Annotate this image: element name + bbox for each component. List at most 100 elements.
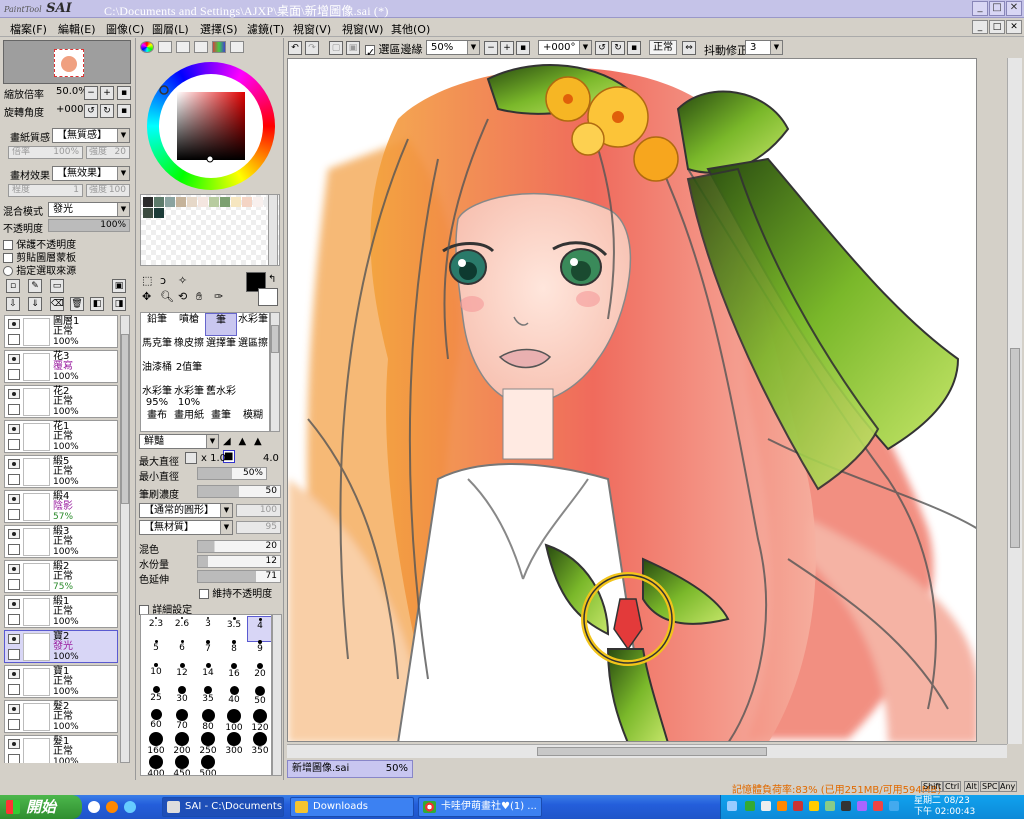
palette-swatch[interactable] (209, 197, 219, 207)
paper-effect-select[interactable]: 【無效果】 ▼ (52, 166, 130, 181)
menu-select[interactable]: 選擇(S) (200, 21, 238, 37)
menu-file[interactable]: 檔案(F) (10, 21, 47, 37)
layer-lock-icon[interactable] (8, 684, 20, 695)
texture-strength-slider[interactable]: 95 (236, 521, 281, 534)
layer-options-icon[interactable]: ▣ (112, 279, 126, 293)
zoom-icon[interactable]: 🔍︎ (160, 290, 174, 303)
task-sai[interactable]: SAI - C:\Documents a... (162, 797, 284, 817)
max-size-value[interactable]: 4.0 (263, 453, 279, 464)
layer-row[interactable]: 寶1 正常 100% (4, 665, 118, 698)
layer-lock-icon[interactable] (8, 614, 20, 625)
canvas-rotate-right-button[interactable]: ↻ (611, 41, 625, 55)
canvas-vertical-scrollbar[interactable] (1007, 58, 1022, 744)
quicklaunch-desktop-icon[interactable] (88, 801, 100, 813)
visibility-eye-icon[interactable] (8, 424, 20, 434)
secondary-color-swatch[interactable] (258, 288, 278, 306)
tool-preset[interactable] (237, 385, 269, 408)
layer-row[interactable]: 寶2 發光 100% (4, 630, 118, 663)
brush-texture-select[interactable]: 【無材質】 ▼ (139, 520, 233, 535)
color-wheel-tab-icon[interactable] (140, 41, 154, 53)
visibility-eye-icon[interactable] (8, 529, 20, 539)
canvas-horizontal-scrollbar[interactable] (287, 744, 1007, 758)
scratchpad-tab-icon[interactable] (230, 41, 244, 53)
palette-swatch[interactable] (143, 208, 153, 218)
blend-slider[interactable]: 20 (197, 540, 281, 553)
swap-colors-icon[interactable]: ↰ (268, 274, 276, 285)
selection-source-radio[interactable] (3, 266, 13, 276)
flip-horizontal-icon[interactable]: ⇔ (682, 41, 696, 55)
tool-preset[interactable]: 筆 (205, 313, 237, 336)
visibility-eye-icon[interactable] (8, 319, 20, 329)
canvas-zoom-select[interactable]: 50% ▼ (426, 40, 480, 55)
zoom-in-button[interactable]: + (100, 86, 114, 100)
menu-layer[interactable]: 圖層(L) (152, 21, 189, 37)
swatches-tab-icon[interactable] (212, 41, 226, 53)
palette-swatch[interactable] (165, 197, 175, 207)
view-mode-button[interactable]: 正常 (649, 40, 677, 55)
layer-opacity-slider[interactable]: 100% (48, 219, 130, 232)
paper-texture-select[interactable]: 【無質感】 ▼ (52, 128, 130, 143)
transfer-down-icon[interactable]: ⇩ (6, 297, 20, 311)
doc-minimize-button[interactable]: _ (972, 20, 988, 34)
tool-preset[interactable]: 橡皮擦 (173, 337, 205, 360)
rotate-right-button[interactable]: ↻ (100, 104, 114, 118)
tool-preset[interactable]: 舊水彩 (205, 385, 237, 408)
brush-size-preset[interactable]: 350 (247, 731, 271, 757)
layer-lock-icon[interactable] (8, 579, 20, 590)
palette-swatch[interactable] (220, 197, 230, 207)
layer-row[interactable]: 緞3 正常 100% (4, 525, 118, 558)
menu-view[interactable]: 視窗(V) (293, 21, 331, 37)
tool-preset[interactable]: 馬克筆 (141, 337, 173, 360)
menu-other[interactable]: 其他(O) (391, 21, 430, 37)
min-size-slider[interactable]: 50% (197, 467, 267, 480)
visibility-eye-icon[interactable] (8, 389, 20, 399)
palette-swatch[interactable] (253, 197, 263, 207)
canvas-rotate-left-button[interactable]: ↺ (595, 41, 609, 55)
water-slider[interactable]: 12 (197, 555, 281, 568)
tool-preset[interactable]: 畫布 (141, 409, 173, 431)
tray-arrow-icon[interactable] (727, 801, 737, 811)
color-wheel[interactable] (145, 60, 277, 192)
doc-restore-button[interactable]: □ (989, 20, 1005, 34)
visibility-eye-icon[interactable] (8, 704, 20, 714)
layer-row[interactable]: 花3 覆寫 100% (4, 350, 118, 383)
visibility-eye-icon[interactable] (8, 494, 20, 504)
tray-network-icon[interactable] (745, 801, 755, 811)
redo-icon[interactable]: ↷ (305, 41, 319, 55)
tray-app2-icon[interactable] (793, 801, 803, 811)
rotate-tool-icon[interactable]: ⟲ (178, 290, 187, 303)
tray-app4-icon[interactable] (825, 801, 835, 811)
tray-app6-icon[interactable] (857, 801, 867, 811)
hardness-3-icon[interactable]: ▲ (254, 436, 266, 449)
tool-preset[interactable]: 水彩筆 95% (141, 385, 173, 408)
hand-icon[interactable]: ✋︎ (196, 290, 202, 304)
tool-preset[interactable]: 畫用紙 (173, 409, 205, 431)
swatch-palette[interactable] (140, 194, 280, 266)
tool-grid-scrollbar[interactable] (270, 312, 280, 432)
layer-lock-icon[interactable] (8, 439, 20, 450)
doc-close-button[interactable]: ✕ (1006, 20, 1022, 34)
visibility-eye-icon[interactable] (8, 564, 20, 574)
tool-preset[interactable]: 水彩筆 (237, 313, 269, 336)
hsv-slider-tab-icon[interactable] (176, 41, 190, 53)
new-linework-layer-icon[interactable]: ✎ (28, 279, 42, 293)
hardness-2-icon[interactable]: ▲ (239, 436, 251, 449)
brush-edge-select[interactable]: 鮮豔 ▼ (139, 434, 219, 449)
canvas-rotate-reset-button[interactable]: ▪ (627, 41, 641, 55)
visibility-eye-icon[interactable] (8, 354, 20, 364)
color-mixer-tab-icon[interactable] (194, 41, 208, 53)
layer-row[interactable]: 花1 正常 100% (4, 420, 118, 453)
palette-swatch[interactable] (187, 197, 197, 207)
brush-size-preset[interactable]: 450 (169, 754, 195, 775)
brush-size-preset[interactable]: 400 (143, 754, 169, 775)
magic-wand-icon[interactable]: ✧ (178, 274, 187, 287)
layer-lock-icon[interactable] (8, 649, 20, 660)
apply-mask-icon[interactable]: ◧ (90, 297, 104, 311)
selection-source-option[interactable]: 指定選取來源 (3, 262, 76, 277)
visibility-eye-icon[interactable] (8, 739, 20, 749)
quicklaunch-media-icon[interactable] (124, 801, 136, 813)
layer-list-scrollbar[interactable] (120, 315, 130, 763)
minimize-button[interactable]: _ (972, 1, 988, 16)
layer-lock-icon[interactable] (8, 509, 20, 520)
tool-preset[interactable]: 噴槍 (173, 313, 205, 336)
